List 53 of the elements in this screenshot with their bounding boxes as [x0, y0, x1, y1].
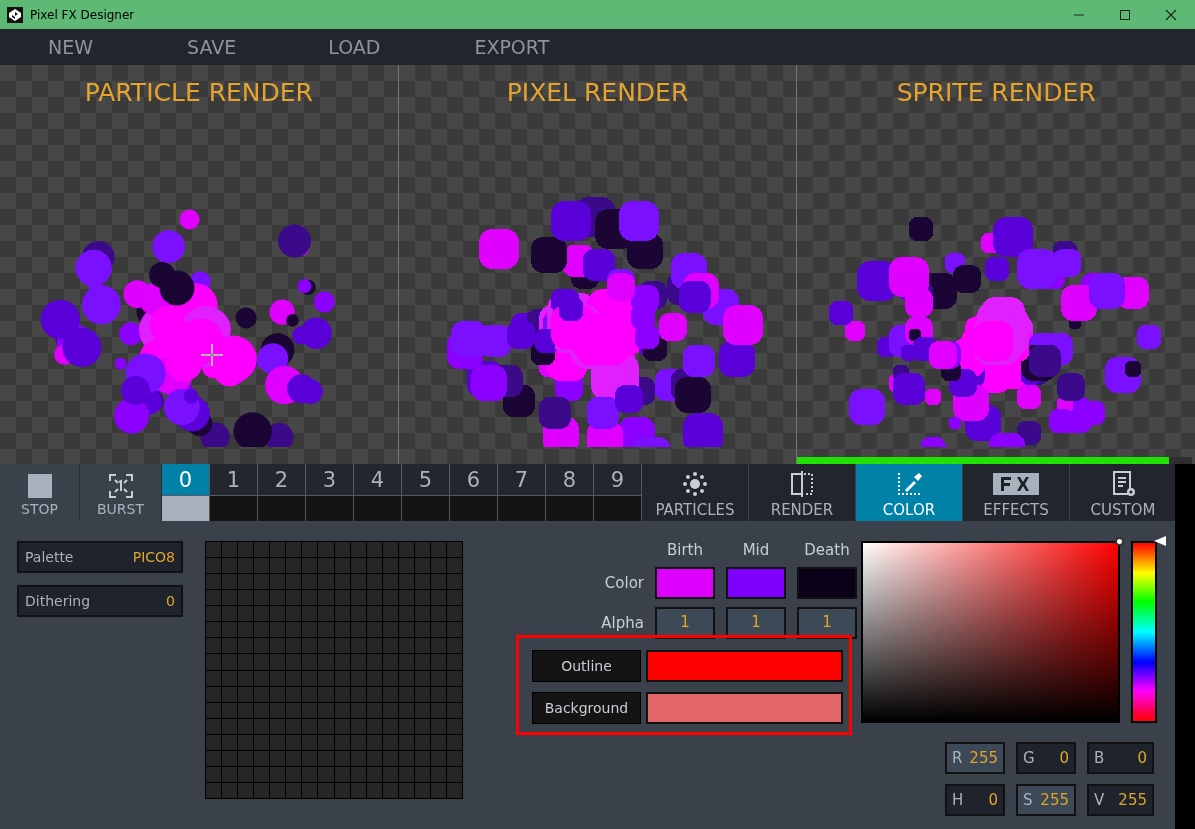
slot-tab[interactable]: 1: [210, 464, 257, 495]
panel-tab[interactable]: EFFECTS: [963, 464, 1070, 521]
row-label: Color: [603, 574, 644, 592]
panel-tab[interactable]: RENDER: [749, 464, 856, 521]
crosshair-icon: [200, 343, 224, 367]
channel-field[interactable]: R 255: [945, 742, 1005, 774]
picker-handle[interactable]: [1115, 537, 1124, 546]
square-icon: [25, 472, 54, 500]
dotted-circle-icon: [681, 469, 709, 498]
close-icon: [1165, 8, 1177, 21]
channel-field[interactable]: B 0: [1087, 742, 1154, 774]
setting-field[interactable]: Palette PICO8: [17, 541, 183, 573]
channel-field[interactable]: S 255: [1016, 784, 1076, 816]
slot-tab[interactable]: 9: [594, 464, 641, 495]
color-swatch[interactable]: [797, 567, 857, 599]
channel-field[interactable]: H 0: [945, 784, 1005, 816]
split-rectangle-icon: [788, 469, 816, 498]
color-swatch[interactable]: [646, 650, 843, 682]
menu-item[interactable]: EXPORT: [474, 36, 550, 58]
color-swatch[interactable]: [655, 567, 715, 599]
app-logo-icon: [7, 6, 23, 23]
render-title: PARTICLE RENDER: [84, 77, 313, 107]
menu-item[interactable]: SAVE: [187, 36, 237, 58]
render-title: SPRITE RENDER: [896, 77, 1096, 107]
column-header: Birth: [666, 541, 704, 559]
panel-tab[interactable]: PARTICLES: [642, 464, 749, 521]
window-title: Pixel FX Designer: [30, 7, 135, 22]
menu-item[interactable]: LOAD: [328, 36, 381, 58]
panel-tab[interactable]: CUSTOM: [1070, 464, 1177, 521]
slot-tab[interactable]: 3: [306, 464, 353, 495]
slot-tab[interactable]: 7: [498, 464, 545, 495]
slot-tab[interactable]: 0: [162, 464, 209, 495]
maximize-icon: [1119, 8, 1131, 21]
channel-field[interactable]: V 255: [1087, 784, 1154, 816]
color-swatch[interactable]: [726, 567, 786, 599]
color-label-button[interactable]: Outline: [532, 650, 641, 682]
color-label-button[interactable]: Background: [532, 692, 641, 724]
row-label: Alpha: [600, 614, 644, 632]
color-swatch[interactable]: [646, 692, 843, 724]
channel-field[interactable]: G 0: [1016, 742, 1076, 774]
slot-tab[interactable]: 8: [546, 464, 593, 495]
setting-field[interactable]: Dithering 0: [17, 585, 183, 617]
panel-tab[interactable]: COLOR: [856, 464, 963, 521]
slot-tab[interactable]: 4: [354, 464, 401, 495]
slot-tab[interactable]: 5: [402, 464, 449, 495]
menu-item[interactable]: NEW: [48, 36, 93, 58]
render-title: PIXEL RENDER: [506, 77, 689, 107]
expand-arrows-icon: [106, 472, 135, 500]
slot-tab[interactable]: 6: [450, 464, 497, 495]
column-header: Death: [803, 541, 851, 559]
hue-slider[interactable]: [1131, 538, 1167, 726]
column-header: Mid: [741, 541, 771, 559]
slot-tab[interactable]: 2: [258, 464, 305, 495]
